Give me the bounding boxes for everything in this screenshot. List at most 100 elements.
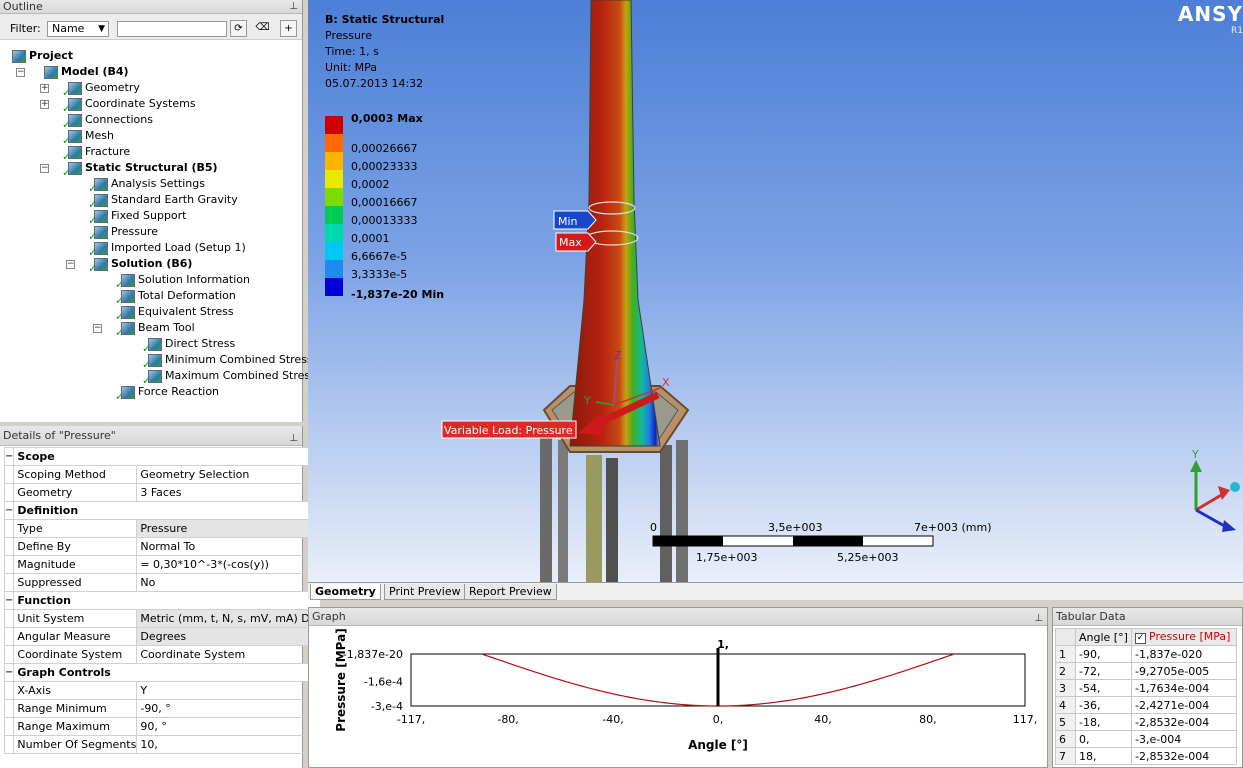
collapse-toggle-icon[interactable]: − — [3, 591, 15, 610]
details-value[interactable]: Degrees — [136, 627, 322, 646]
expand-toggle-icon[interactable]: + — [40, 100, 49, 109]
tree-node[interactable]: Standard Earth Gravity ✓ — [88, 192, 238, 211]
tree-node[interactable]: Total Deformation ✓ — [115, 288, 236, 307]
load-label: Variable Load: Pressure — [444, 424, 573, 437]
tree-node[interactable]: Coordinate Systems ✓ — [62, 96, 196, 115]
collapse-toggle-icon[interactable]: − — [3, 501, 15, 520]
filter-select[interactable]: Name ▼ — [47, 21, 109, 37]
table-row[interactable]: 7 18, -2,8532e-004 — [1055, 747, 1237, 765]
expand-all-icon[interactable]: + — [280, 20, 297, 37]
tree-node[interactable]: Minimum Combined Stress ✓ — [142, 352, 313, 371]
x-tick-label: -80, — [497, 713, 518, 726]
details-row[interactable]: Magnitude = 0,30*10^-3*(-cos(y)) — [3, 555, 322, 574]
table-row[interactable]: 2 -72, -9,2705e-005 — [1055, 662, 1237, 680]
details-value[interactable]: Coordinate System — [136, 645, 322, 664]
tree-node[interactable]: Mesh ✓ — [62, 128, 114, 147]
tree-node[interactable]: Geometry ✓ — [62, 80, 140, 99]
collapse-toggle-icon[interactable]: − — [3, 663, 15, 682]
details-group[interactable]: − Scope — [3, 447, 322, 466]
table-row[interactable]: 1 -90, -1,837e-020 — [1055, 645, 1237, 663]
details-value[interactable]: Geometry Selection — [136, 465, 322, 484]
legend-entry: 3,3333e-5 — [325, 260, 625, 281]
tree-node-icon — [12, 49, 26, 63]
filter-input[interactable] — [117, 21, 227, 37]
legend-entry: 0,00023333 — [325, 152, 625, 173]
tree-node[interactable]: Connections ✓ — [62, 112, 153, 131]
tree-node[interactable]: Beam Tool ✓ — [115, 320, 195, 339]
tab-geometry[interactable]: Geometry — [310, 584, 381, 600]
checkbox-icon[interactable]: ✓ — [1135, 633, 1146, 644]
details-row[interactable]: Range Maximum 90, ° — [3, 717, 322, 736]
table-cell: -2,4271e-004 — [1131, 696, 1237, 714]
details-row[interactable]: X-Axis Y — [3, 681, 322, 700]
details-value[interactable]: No — [136, 573, 322, 592]
details-row[interactable]: Unit System Metric (mm, t, N, s, mV, mA) … — [3, 609, 322, 628]
legend-swatch — [325, 170, 343, 188]
graph-chart[interactable]: -1,837e-20 -1,6e-4 -3,e-4-117, -80, -40, 0, 40… — [309, 627, 1047, 768]
load-tag[interactable]: Variable Load: Pressure — [441, 420, 577, 439]
tree-node[interactable]: Imported Load (Setup 1) ✓ — [88, 240, 246, 259]
tree-node[interactable]: Fracture ✓ — [62, 144, 130, 163]
eraser-icon[interactable]: ⌫ — [254, 20, 271, 37]
tree-node[interactable]: Fixed Support ✓ — [88, 208, 187, 227]
expand-toggle-icon[interactable]: − — [40, 164, 49, 173]
table-row[interactable]: 4 -36, -2,4271e-004 — [1055, 696, 1237, 714]
details-group[interactable]: − Definition — [3, 501, 322, 520]
table-row[interactable]: 5 -18, -2,8532e-004 — [1055, 713, 1237, 731]
pin-icon[interactable]: ⊥ — [1034, 610, 1043, 628]
column-header[interactable]: Angle [°] — [1075, 628, 1132, 646]
pin-icon[interactable]: ⊥ — [289, 429, 298, 449]
details-row[interactable]: Angular Measure Degrees — [3, 627, 322, 646]
tree-node[interactable]: Analysis Settings ✓ — [88, 176, 205, 195]
details-row[interactable]: Define By Normal To — [3, 537, 322, 556]
details-value[interactable]: Pressure — [136, 519, 322, 538]
details-row[interactable]: Coordinate System Coordinate System — [3, 645, 322, 664]
details-row[interactable]: Number Of Segments 10, — [3, 735, 322, 754]
table-cell: 5 — [1055, 713, 1076, 731]
table-cell: -1,7634e-004 — [1131, 679, 1237, 697]
tree-node[interactable]: Static Structural (B5) ✓ — [62, 160, 218, 179]
refresh-icon[interactable]: ⟳ — [230, 20, 247, 37]
table-row[interactable]: 6 0, -3,e-004 — [1055, 730, 1237, 748]
tree-node[interactable]: Model (B4) — [44, 64, 129, 80]
details-row[interactable]: Geometry 3 Faces — [3, 483, 322, 502]
expand-toggle-icon[interactable]: − — [66, 260, 75, 269]
expand-toggle-icon[interactable]: − — [16, 68, 25, 77]
tab-report-preview[interactable]: Report Preview — [464, 584, 557, 600]
tree-node[interactable]: Pressure ✓ — [88, 224, 158, 243]
outline-panel: Outline ⊥ Filter: Name ▼ ⟳ ⌫ + Project Mode… — [0, 0, 316, 422]
tree-node[interactable]: Solution (B6) ✓ — [88, 256, 192, 275]
tree-node[interactable]: Force Reaction ✓ — [115, 384, 219, 403]
details-value[interactable]: Metric (mm, t, N, s, mV, mA) D... — [136, 609, 322, 628]
tree-node[interactable]: Solution Information ✓ — [115, 272, 250, 291]
tree-node[interactable]: Project — [12, 48, 73, 64]
details-value[interactable]: 3 Faces — [136, 483, 322, 502]
tree-node[interactable]: Direct Stress ✓ — [142, 336, 235, 355]
legend-swatch — [325, 206, 343, 224]
tab-print-preview[interactable]: Print Preview — [384, 584, 466, 600]
details-row[interactable]: Scoping Method Geometry Selection — [3, 465, 322, 484]
details-group[interactable]: − Graph Controls — [3, 663, 322, 682]
details-key: Unit System — [13, 609, 138, 628]
details-row[interactable]: Suppressed No — [3, 573, 322, 592]
details-value[interactable]: Y — [136, 681, 322, 700]
table-row[interactable]: 3 -54, -1,7634e-004 — [1055, 679, 1237, 697]
expand-toggle-icon[interactable]: + — [40, 84, 49, 93]
details-value[interactable]: = 0,30*10^-3*(-cos(y)) — [136, 555, 322, 574]
details-value[interactable]: 10, — [136, 735, 322, 754]
details-group[interactable]: − Function — [3, 591, 322, 610]
legend-entry: 0,0001 — [325, 224, 625, 245]
column-header[interactable]: ✓ Pressure [MPa] — [1131, 628, 1237, 646]
details-value[interactable]: Normal To — [136, 537, 322, 556]
pin-icon[interactable]: ⊥ — [289, 0, 298, 13]
details-row[interactable]: Type Pressure — [3, 519, 322, 538]
expand-toggle-icon[interactable]: − — [93, 324, 102, 333]
details-value[interactable]: 90, ° — [136, 717, 322, 736]
tree-node[interactable]: Maximum Combined Stress ✓ — [142, 368, 316, 387]
table-cell: 0, — [1075, 730, 1132, 748]
graphics-viewport[interactable]: Min Max Z X Y Variable Load: Pressure Y … — [308, 0, 1243, 582]
tree-node[interactable]: Equivalent Stress ✓ — [115, 304, 234, 323]
details-value[interactable]: -90, ° — [136, 699, 322, 718]
details-row[interactable]: Range Minimum -90, ° — [3, 699, 322, 718]
collapse-toggle-icon[interactable]: − — [3, 447, 15, 466]
